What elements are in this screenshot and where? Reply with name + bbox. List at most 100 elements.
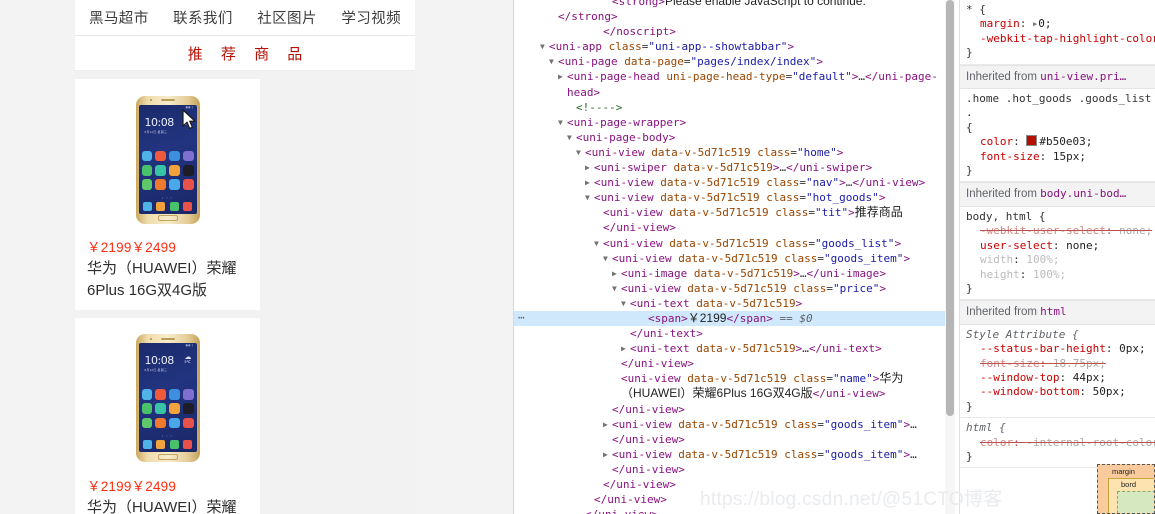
chevron-down-icon[interactable] bbox=[576, 145, 581, 160]
css-property[interactable]: -webkit-tap-highlight-color bbox=[980, 32, 1155, 45]
css-rule[interactable]: html {color: -internal-root-color;;} bbox=[960, 418, 1155, 469]
dom-line[interactable]: </uni-view> bbox=[514, 507, 945, 514]
dom-line[interactable]: <uni-view data-v-5d71c519 class="name">华… bbox=[514, 371, 945, 386]
css-value[interactable]: none; bbox=[1066, 239, 1099, 252]
styles-pane[interactable]: * {margin: ▶0; -webkit-tap-highlight-colo… bbox=[959, 0, 1155, 514]
goods-item[interactable]: ▮▮▮ ▯ 10:08 8月12日 星期三 ☁ 5℃ • ○ ○ ￥2199￥2… bbox=[75, 317, 260, 514]
css-declaration[interactable]: --status-bar-height: 0px; bbox=[966, 342, 1155, 356]
dom-line[interactable]: </uni-view> bbox=[514, 462, 945, 477]
css-selector[interactable]: * { bbox=[966, 3, 1155, 17]
chevron-down-icon[interactable] bbox=[594, 236, 599, 251]
css-declaration[interactable]: height: 100%; bbox=[966, 268, 1155, 282]
css-property[interactable]: -webkit-user-select bbox=[980, 224, 1106, 237]
dom-line[interactable]: <!----> bbox=[514, 100, 945, 115]
dom-line[interactable]: <uni-view data-v-5d71c519 class="home"> bbox=[514, 145, 945, 160]
chevron-down-icon[interactable] bbox=[549, 54, 554, 69]
dom-line[interactable]: <uni-page data-page="pages/index/index"> bbox=[514, 54, 945, 69]
dom-line[interactable]: </uni-view> bbox=[514, 220, 945, 235]
css-declaration[interactable]: font-size: 18.75px; bbox=[966, 357, 1155, 371]
css-property[interactable]: width bbox=[980, 253, 1013, 266]
dom-line[interactable]: <uni-image data-v-5d71c519>…</uni-image> bbox=[514, 266, 945, 281]
nav-item-1[interactable]: 联系我们 bbox=[173, 7, 233, 28]
nav-item-3[interactable]: 学习视频 bbox=[341, 7, 401, 28]
css-declaration[interactable]: user-select: none; bbox=[966, 239, 1155, 253]
css-value[interactable]: 44px; bbox=[1073, 371, 1106, 384]
chevron-right-icon[interactable] bbox=[558, 69, 563, 84]
dom-line[interactable]: </noscript> bbox=[514, 24, 945, 39]
css-property[interactable]: --window-bottom bbox=[980, 385, 1079, 398]
chevron-down-icon[interactable] bbox=[621, 296, 626, 311]
dom-line[interactable]: <uni-view data-v-5d71c519 class="goods_l… bbox=[514, 236, 945, 251]
css-value[interactable]: 0; bbox=[1038, 17, 1051, 30]
css-property[interactable]: user-select bbox=[980, 239, 1053, 252]
css-selector[interactable]: Style Attribute { bbox=[966, 328, 1155, 342]
chevron-right-icon[interactable] bbox=[603, 447, 608, 462]
chevron-right-icon[interactable] bbox=[585, 175, 590, 190]
css-value[interactable]: 50px; bbox=[1093, 385, 1126, 398]
css-property[interactable]: color bbox=[980, 436, 1013, 449]
dom-line[interactable]: <uni-page-head uni-page-head-type="defau… bbox=[514, 69, 945, 84]
css-declaration[interactable]: color: #b50e03; bbox=[966, 135, 1155, 149]
css-value[interactable]: 0px; bbox=[1119, 342, 1146, 355]
css-property[interactable]: margin bbox=[980, 17, 1020, 30]
css-value[interactable]: 18.75px; bbox=[1053, 357, 1106, 370]
inherited-source[interactable]: uni-view.pri… bbox=[1040, 70, 1126, 83]
dom-line[interactable]: <uni-page-body> bbox=[514, 130, 945, 145]
chevron-down-icon[interactable] bbox=[585, 190, 590, 205]
product-image[interactable]: ▮▮▮ ▯ 10:08 8月12日 星期三 ☁ 5℃ • ○ ○ bbox=[85, 326, 250, 471]
css-rule[interactable]: .home .hot_goods .goods_list .{color: #b… bbox=[960, 89, 1155, 183]
dom-line[interactable]: <uni-swiper data-v-5d71c519>…</uni-swipe… bbox=[514, 160, 945, 175]
dom-line[interactable]: </uni-view> bbox=[514, 477, 945, 492]
dom-line[interactable]: <uni-text data-v-5d71c519>…</uni-text> bbox=[514, 341, 945, 356]
box-model-diagram[interactable]: margin bord bbox=[1097, 464, 1155, 514]
css-property[interactable]: color bbox=[980, 135, 1013, 148]
css-property[interactable]: font-size bbox=[980, 357, 1040, 370]
inherited-source[interactable]: body.uni-bod… bbox=[1040, 187, 1126, 200]
elements-dom-tree[interactable]: <strong>Please enable JavaScript to cont… bbox=[514, 0, 955, 514]
css-property[interactable]: --status-bar-height bbox=[980, 342, 1106, 355]
chevron-down-icon[interactable] bbox=[540, 39, 545, 54]
product-image[interactable]: ▮▮▮ ▯ 10:08 8月12日 星期三 ☁ 5℃ • ○ ○ bbox=[85, 87, 250, 232]
nav-item-2[interactable]: 社区图片 bbox=[257, 7, 317, 28]
dom-line[interactable]: <uni-view data-v-5d71c519 class="goods_i… bbox=[514, 251, 945, 266]
chevron-down-icon[interactable] bbox=[558, 115, 563, 130]
css-declaration[interactable]: font-size: 15px; bbox=[966, 150, 1155, 164]
dom-line[interactable]: <uni-view data-v-5d71c519 class="nav">…<… bbox=[514, 175, 945, 190]
dom-line-selected[interactable]: <span>￥2199</span> == $0 bbox=[514, 310, 945, 327]
css-declaration[interactable]: -webkit-user-select: none; bbox=[966, 224, 1155, 238]
dom-line[interactable]: <uni-view data-v-5d71c519 class="goods_i… bbox=[514, 417, 945, 432]
goods-item[interactable]: ▮▮▮ ▯ 10:08 8月12日 星期三 ☁ 5℃ • ○ ○ ￥2199￥2… bbox=[75, 79, 260, 310]
css-value[interactable]: -internal-root-color;; bbox=[1026, 436, 1155, 449]
dom-tree-scrollbar-thumb[interactable] bbox=[946, 0, 954, 416]
dom-line[interactable]: （HUAWEI）荣耀6Plus 16G双4G版</uni-view> bbox=[514, 386, 945, 401]
css-declaration[interactable]: width: 100%; bbox=[966, 253, 1155, 267]
dom-line[interactable]: <uni-text data-v-5d71c519> bbox=[514, 296, 945, 311]
css-property[interactable]: --window-top bbox=[980, 371, 1059, 384]
inherited-source[interactable]: html bbox=[1040, 305, 1067, 318]
chevron-right-icon[interactable] bbox=[612, 266, 617, 281]
chevron-right-icon[interactable] bbox=[621, 341, 626, 356]
dom-line[interactable]: <uni-view data-v-5d71c519 class="price"> bbox=[514, 281, 945, 296]
css-declaration[interactable]: margin: ▶0; bbox=[966, 17, 1155, 31]
dom-line[interactable]: head> bbox=[514, 85, 945, 100]
dom-line[interactable]: </strong> bbox=[514, 9, 945, 24]
css-value[interactable]: #b50e03; bbox=[1039, 135, 1092, 148]
css-value[interactable]: none; bbox=[1119, 224, 1152, 237]
dom-line[interactable]: </uni-view> bbox=[514, 432, 945, 447]
css-value[interactable]: 15px; bbox=[1053, 150, 1086, 163]
css-value[interactable]: 100%; bbox=[1033, 268, 1066, 281]
css-rule[interactable]: Style Attribute {--status-bar-height: 0p… bbox=[960, 325, 1155, 419]
css-declaration[interactable]: --window-top: 44px; bbox=[966, 371, 1155, 385]
chevron-right-icon[interactable] bbox=[585, 160, 590, 175]
nav-item-0[interactable]: 黑马超市 bbox=[89, 7, 149, 28]
dom-line[interactable]: <uni-page-wrapper> bbox=[514, 115, 945, 130]
css-value[interactable]: 100%; bbox=[1026, 253, 1059, 266]
css-property[interactable]: font-size bbox=[980, 150, 1040, 163]
css-rule[interactable]: body, html {-webkit-user-select: none; us… bbox=[960, 207, 1155, 301]
dom-tree-scrollbar[interactable] bbox=[945, 0, 955, 514]
css-selector[interactable]: .home .hot_goods .goods_list . bbox=[966, 92, 1155, 121]
dom-line[interactable]: <uni-view data-v-5d71c519 class="tit">推荐… bbox=[514, 205, 945, 220]
css-rule[interactable]: * {margin: ▶0; -webkit-tap-highlight-colo… bbox=[960, 0, 1155, 65]
dom-line[interactable]: </uni-view> bbox=[514, 356, 945, 371]
dom-line[interactable]: <uni-view data-v-5d71c519 class="goods_i… bbox=[514, 447, 945, 462]
